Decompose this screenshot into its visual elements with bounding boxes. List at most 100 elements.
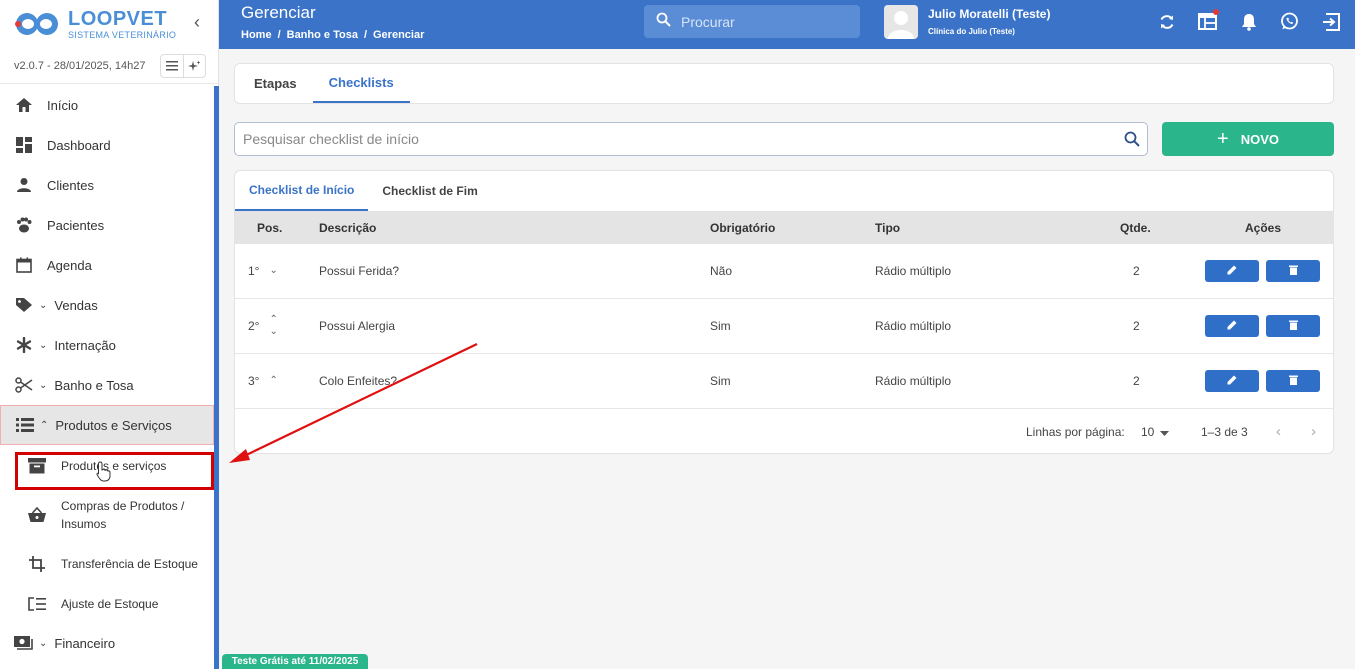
column-header-tipo: Tipo [875, 221, 901, 235]
table-header: Pos. Descrição Obrigatório Tipo Qtde. Aç… [235, 212, 1333, 244]
delete-button[interactable] [1266, 370, 1320, 392]
move-up-icon[interactable]: ⌃ [269, 314, 277, 326]
rows-per-page-value: 10 [1141, 424, 1155, 439]
row-qtde: 2 [1133, 374, 1140, 388]
sidebar-item-label: Vendas [54, 297, 98, 313]
chevron-down-icon: ⌄ [39, 379, 48, 391]
new-button-label: NOVO [1240, 131, 1279, 147]
brand-name: LOOPVET [68, 7, 168, 30]
sidebar-item-financeiro[interactable]: ⌄ Financeiro [0, 624, 214, 662]
row-tipo: Rádio múltiplo [875, 374, 952, 388]
crop-icon [27, 554, 47, 574]
row-position: 2° [248, 319, 260, 333]
trash-icon [1288, 264, 1298, 278]
bell-icon[interactable] [1238, 11, 1259, 32]
delete-button[interactable] [1266, 315, 1320, 337]
table-row: 3° ⌃ Colo Enfeites? Sim Rádio múltiplo 2 [235, 354, 1333, 409]
annotation-highlight-box [15, 452, 214, 490]
sidebar-item-dashboard[interactable]: Dashboard [0, 125, 214, 165]
move-down-icon[interactable]: ⌄ [269, 326, 277, 338]
checklist-search-input[interactable] [243, 131, 1117, 147]
delete-button[interactable] [1266, 260, 1320, 282]
calendar-icon [14, 255, 34, 275]
pagination-range: 1–3 de 3 [1201, 424, 1248, 439]
sidebar-subitem-compras[interactable]: Compras de Produtos / Insumos [0, 486, 214, 544]
tab-checklist-fim[interactable]: Checklist de Fim [368, 171, 491, 211]
sidebar-item-internacao[interactable]: ⌄ Internação [0, 325, 214, 365]
version-text: v2.0.7 - 28/01/2025, 14h27 [14, 59, 146, 72]
chevron-down-icon: ⌄ [39, 637, 48, 649]
global-search[interactable] [644, 5, 860, 38]
breadcrumb-gerenciar: Gerenciar [373, 29, 425, 41]
trash-icon [1288, 319, 1298, 333]
home-icon [14, 95, 34, 115]
chevron-down-icon: ⌄ [39, 339, 48, 351]
breadcrumb-home[interactable]: Home [241, 29, 272, 41]
next-page-icon[interactable]: › [1311, 423, 1316, 440]
sparkle-icon[interactable] [183, 55, 205, 77]
pencil-icon [1227, 374, 1237, 388]
edit-button[interactable] [1205, 260, 1259, 282]
logout-icon[interactable] [1320, 11, 1341, 32]
tab-checklists[interactable]: Checklists [312, 64, 410, 103]
table-view-icon[interactable] [1197, 9, 1219, 32]
user-name[interactable]: Julio Moratelli (Teste) [928, 7, 1050, 21]
sidebar-nav: Início Dashboard Clientes Pacientes Agen… [0, 85, 214, 662]
move-up-icon[interactable]: ⌃ [269, 375, 277, 387]
rows-per-page-select[interactable]: 10 [1141, 424, 1170, 439]
global-search-input[interactable] [681, 13, 841, 30]
search-icon[interactable] [1117, 131, 1147, 147]
breadcrumb-separator: / [277, 29, 281, 41]
sidebar-subitem-label: Ajuste de Estoque [61, 597, 159, 611]
avatar[interactable] [884, 5, 918, 39]
sync-icon[interactable] [1156, 11, 1177, 32]
sidebar-item-pacientes[interactable]: Pacientes [0, 205, 214, 245]
menu-lines-icon[interactable] [161, 55, 183, 77]
new-checklist-button[interactable]: + NOVO [1162, 122, 1334, 156]
edit-button[interactable] [1205, 370, 1259, 392]
list-icon [15, 415, 35, 435]
top-tabs: Etapas Checklists [234, 63, 1334, 104]
user-clinic: Clínica do Julio (Teste) [928, 27, 1015, 36]
previous-page-icon[interactable]: ‹ [1276, 423, 1281, 440]
whatsapp-icon[interactable] [1279, 11, 1300, 32]
row-tipo: Rádio múltiplo [875, 319, 952, 333]
sidebar-subitem-transferencia[interactable]: Transferência de Estoque [0, 544, 214, 584]
logo-row: LOOPVET SISTEMA VETERINÁRIO ‹ [0, 0, 218, 48]
sidebar-item-label: Clientes [47, 177, 94, 193]
tag-icon [14, 295, 34, 315]
breadcrumb: Home / Banho e Tosa / Gerenciar [241, 29, 424, 41]
breadcrumb-separator: / [363, 29, 367, 41]
column-header-acoes: Ações [1245, 221, 1282, 235]
checklist-subtabs: Checklist de Início Checklist de Fim [235, 171, 1333, 212]
sidebar-item-vendas[interactable]: ⌄ Vendas [0, 285, 214, 325]
collapse-sidebar-icon[interactable]: ‹ [194, 12, 200, 33]
breadcrumb-banho-e-tosa[interactable]: Banho e Tosa [287, 29, 358, 41]
checklist-search[interactable] [234, 122, 1148, 156]
sidebar-item-label: Agenda [47, 257, 92, 273]
basket-icon [27, 505, 47, 525]
column-header-obrigatorio: Obrigatório [710, 221, 776, 235]
top-bar: Gerenciar Home / Banho e Tosa / Gerencia… [219, 0, 1355, 49]
sidebar-item-inicio[interactable]: Início [0, 85, 214, 125]
edit-button[interactable] [1205, 315, 1259, 337]
sidebar-item-label: Internação [54, 337, 116, 353]
move-down-icon[interactable]: ⌄ [269, 265, 277, 277]
sidebar-subitem-ajuste[interactable]: Ajuste de Estoque [0, 584, 214, 624]
pagination: Linhas por página: 10 1–3 de 3 ‹ › [235, 409, 1333, 453]
dashboard-icon [14, 135, 34, 155]
sidebar-item-banho-e-tosa[interactable]: ⌄ Banho e Tosa [0, 365, 214, 405]
checklist-table-card: Checklist de Início Checklist de Fim Pos… [234, 170, 1334, 454]
row-obrigatorio: Não [710, 264, 733, 278]
sidebar-item-clientes[interactable]: Clientes [0, 165, 214, 205]
tab-etapas[interactable]: Etapas [238, 64, 313, 103]
sidebar-item-agenda[interactable]: Agenda [0, 245, 214, 285]
cash-icon [14, 633, 34, 653]
brand-tagline: SISTEMA VETERINÁRIO [68, 29, 177, 40]
row-descricao: Colo Enfeites? [319, 374, 398, 388]
row-position: 3° [248, 374, 260, 388]
table-row: 2° ⌃ ⌄ Possui Alergia Sim Rádio múltiplo … [235, 299, 1333, 354]
sidebar-item-produtos-e-servicos[interactable]: ⌃ Produtos e Serviços [0, 405, 214, 445]
pencil-icon [1227, 319, 1237, 333]
tab-checklist-inicio[interactable]: Checklist de Início [235, 171, 369, 211]
